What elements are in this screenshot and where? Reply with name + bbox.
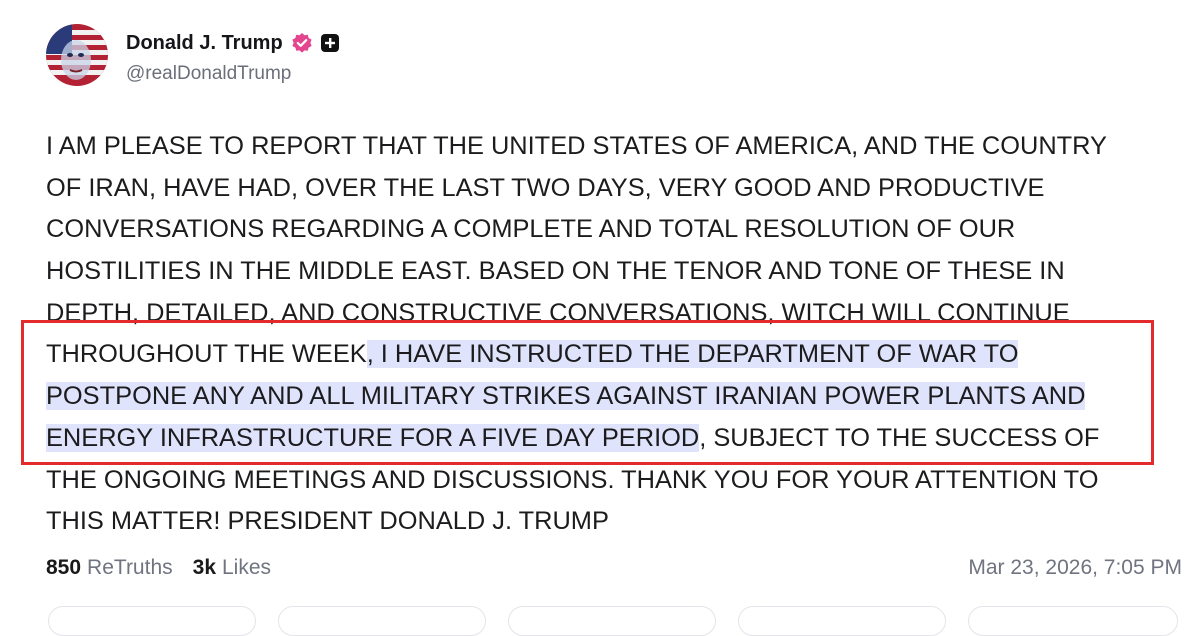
post-line-text: HOSTILITIES IN THE MIDDLE EAST. BASED ON… (46, 257, 1065, 286)
post-timestamp[interactable]: Mar 23, 2026, 7:05 PM (968, 556, 1182, 580)
avatar-image (46, 24, 108, 86)
more-options-button[interactable] (968, 606, 1178, 636)
share-button[interactable] (738, 606, 946, 636)
post-line: I AM PLEASE TO REPORT THAT THE UNITED ST… (46, 126, 1176, 168)
author-display-name[interactable]: Donald J. Trump (126, 32, 283, 55)
like-button[interactable] (508, 606, 716, 636)
likes-count: 3k (192, 556, 216, 579)
verified-badge-icon (291, 32, 313, 54)
post-line: THE ONGOING MEETINGS AND DISCUSSIONS. TH… (46, 460, 1176, 502)
reply-button[interactable] (48, 606, 256, 636)
plus-badge-icon (320, 34, 339, 52)
post-line: CONVERSATIONS REGARDING A COMPLETE AND T… (46, 209, 1176, 251)
retruth-button[interactable] (278, 606, 486, 636)
author-handle[interactable]: @realDonaldTrump (126, 63, 291, 85)
post-stats: 850 ReTruths 3k Likes (46, 556, 271, 580)
post-line-text: THIS MATTER! PRESIDENT DONALD J. TRUMP (46, 507, 609, 536)
post-line-text: OF IRAN, HAVE HAD, OVER THE LAST TWO DAY… (46, 173, 1045, 202)
post-line: HOSTILITIES IN THE MIDDLE EAST. BASED ON… (46, 251, 1176, 293)
author-name-row: Donald J. Trump (126, 31, 339, 55)
likes-stat[interactable]: 3k Likes (193, 556, 271, 580)
retruths-count: 850 (46, 556, 82, 579)
retruths-label: ReTruths (87, 556, 173, 579)
retruths-stat[interactable]: 850 ReTruths (46, 556, 173, 580)
post-line: OF IRAN, HAVE HAD, OVER THE LAST TWO DAY… (46, 168, 1176, 210)
annotation-highlight-box (21, 320, 1154, 465)
post-line: THIS MATTER! PRESIDENT DONALD J. TRUMP (46, 501, 1176, 543)
post-line-text: THE ONGOING MEETINGS AND DISCUSSIONS. TH… (46, 465, 1099, 494)
post-line-text: CONVERSATIONS REGARDING A COMPLETE AND T… (46, 215, 1016, 244)
post-line-text: I AM PLEASE TO REPORT THAT THE UNITED ST… (46, 132, 1107, 160)
avatar[interactable] (46, 24, 108, 86)
likes-label: Likes (222, 556, 272, 579)
